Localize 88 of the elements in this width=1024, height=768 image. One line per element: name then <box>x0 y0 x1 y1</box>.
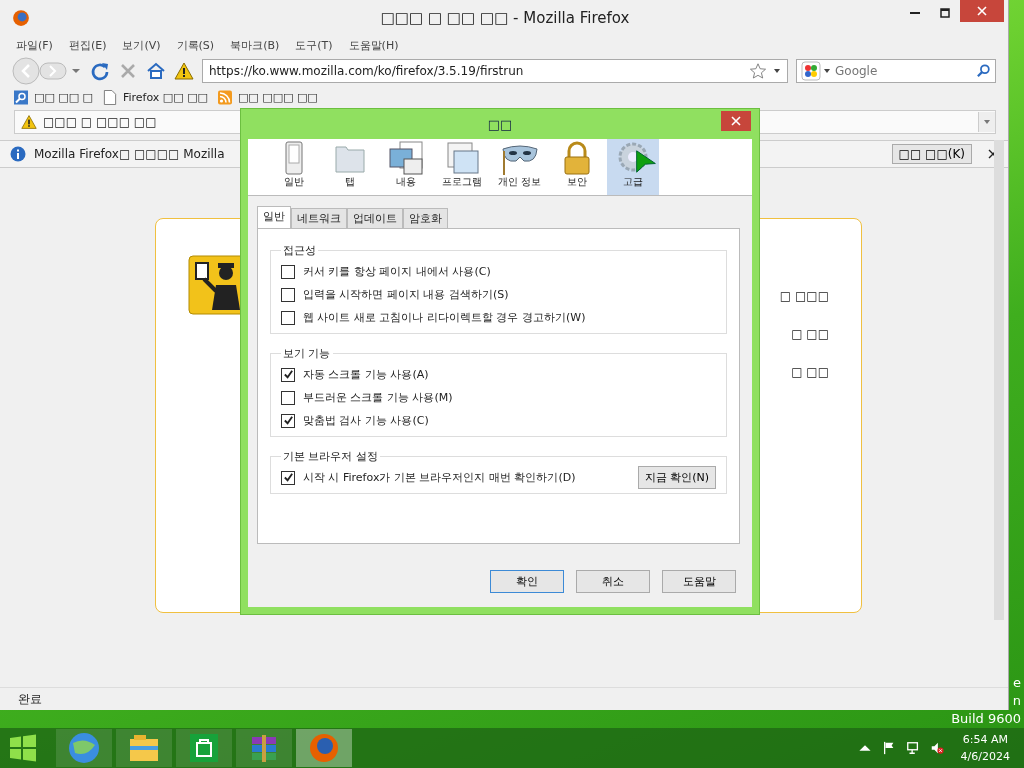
watermark-text: e <box>1012 674 1021 692</box>
dialog-button[interactable]: 도움말 <box>662 570 736 593</box>
firefox-app-icon <box>307 731 341 765</box>
tab[interactable]: 업데이트 <box>347 208 403 228</box>
magnifier-icon <box>14 89 28 105</box>
cursor-icon <box>636 150 656 173</box>
address-field[interactable]: https://ko.www.mozilla.com/ko/firefox/3.5.19/firstrun <box>202 59 788 83</box>
speaker-muted-icon[interactable] <box>929 741 944 755</box>
check-now-button[interactable]: 지금 확인(N) <box>637 466 716 489</box>
checkbox[interactable] <box>281 413 295 428</box>
preference-pane-tab[interactable]: 일반 <box>268 139 320 195</box>
page-text: □ □□□ <box>779 289 829 303</box>
maximize-icon <box>940 8 950 18</box>
home-icon[interactable] <box>146 61 166 81</box>
menu-item[interactable]: 도구(T) <box>295 37 333 53</box>
dialog-button[interactable]: 확인 <box>490 570 564 593</box>
tab[interactable]: 네트워크 <box>291 208 347 228</box>
checkbox[interactable] <box>281 264 295 279</box>
group-title: 접근성 <box>282 243 317 258</box>
option-label: 시작 시 Firefox가 기본 브라우저인지 매번 확인하기(D) <box>303 470 576 485</box>
info-text: Mozilla Firefox□ □□□□ Mozilla <box>34 147 225 161</box>
preference-pane-tab[interactable]: 고급 <box>607 139 660 195</box>
tab[interactable]: 암호화 <box>403 208 448 228</box>
page-icon <box>102 89 117 105</box>
firefox-icon <box>12 9 30 27</box>
menu-item[interactable]: 편집(E) <box>68 37 107 53</box>
page-text: □ □□ <box>791 365 829 379</box>
preference-pane-tab[interactable]: 프로그램 <box>436 139 488 195</box>
start-button[interactable] <box>8 733 38 763</box>
taskbar-app[interactable] <box>116 729 172 767</box>
option-label: 부드러운 스크롤 기능 사용(M) <box>303 390 453 405</box>
option-label: 자동 스크롤 기능 사용(A) <box>303 367 429 382</box>
flag-icon[interactable] <box>881 741 896 755</box>
page-text: □ □□ <box>791 327 829 341</box>
preference-pane-tab[interactable]: 보안 <box>551 139 604 195</box>
option-label: 입력을 시작하면 페이지 내용 검색하기(S) <box>303 287 509 302</box>
checkbox[interactable] <box>281 367 295 382</box>
network-icon[interactable] <box>905 741 920 755</box>
taskbar-app[interactable] <box>176 729 232 767</box>
watermark-text: n <box>1011 692 1021 710</box>
preference-pane-tab[interactable]: 개인 정보 <box>492 139 548 195</box>
info-icon <box>10 146 26 162</box>
checkbox[interactable] <box>281 310 295 325</box>
bookmark-link[interactable]: □□ □□□ □□ <box>237 90 318 104</box>
checkbox[interactable] <box>281 287 295 302</box>
menu-item[interactable]: 도움말(H) <box>348 37 399 53</box>
reload-icon[interactable] <box>90 61 110 81</box>
dialog-title: □□ <box>487 116 513 132</box>
warning-icon <box>21 114 37 130</box>
option-label: 웹 사이트 새로 고침이나 리다이렉트할 경우 경고하기(W) <box>303 310 586 325</box>
status-text: 완료 <box>18 690 42 708</box>
ie-app-icon <box>67 731 101 765</box>
store-app-icon <box>187 731 221 765</box>
bookmark-link[interactable]: □□ □□ □ <box>34 90 93 104</box>
notification-text: □□□ □ □□□ □□ <box>43 115 157 129</box>
group-title: 보기 기능 <box>282 346 332 361</box>
search-icon[interactable] <box>977 64 991 78</box>
preference-pane-tab[interactable]: 탭 <box>324 139 376 195</box>
feed-icon <box>217 89 232 105</box>
bookmark-link[interactable]: Firefox □□ □□ <box>122 90 208 104</box>
preference-pane-tab[interactable]: 내용 <box>380 139 432 195</box>
menu-item[interactable]: 보기(V) <box>122 37 161 53</box>
menu-item[interactable]: 기록(S) <box>176 37 215 53</box>
close-button[interactable] <box>721 111 751 131</box>
search-engine-icon[interactable] <box>801 61 831 81</box>
dropdown-button[interactable] <box>978 112 995 132</box>
group-title: 기본 브라우저 설정 <box>282 449 379 464</box>
checkbox[interactable] <box>281 470 295 485</box>
dropdown-icon[interactable] <box>773 67 781 75</box>
info-bar-button[interactable]: □□ □□(K) <box>891 144 972 164</box>
star-icon[interactable] <box>749 62 767 80</box>
tab[interactable]: 일반 <box>257 206 291 228</box>
clock-time: 6:54 AM <box>962 732 1008 748</box>
menu-item[interactable]: 파일(F) <box>16 37 53 53</box>
clock-date: 4/6/2024 <box>960 749 1010 765</box>
option-label: 맞춤법 검사 기능 사용(C) <box>303 413 429 428</box>
watermark-text: Build 9600 <box>951 710 1021 728</box>
minimize-icon <box>910 12 920 14</box>
caret-icon <box>983 118 991 126</box>
dialog-button[interactable]: 취소 <box>576 570 650 593</box>
checkbox[interactable] <box>281 390 295 405</box>
window-title: □□□ □ □□ □□ - Mozilla Firefox <box>379 9 631 27</box>
taskbar-app[interactable] <box>236 729 292 767</box>
warning-icon <box>174 61 194 81</box>
search-field[interactable]: Google <box>796 59 996 83</box>
option-label: 커서 키를 항상 페이지 내에서 사용(C) <box>303 264 491 279</box>
menu-item[interactable]: 북마크(B) <box>230 37 280 53</box>
scrollbar[interactable] <box>994 140 1004 620</box>
